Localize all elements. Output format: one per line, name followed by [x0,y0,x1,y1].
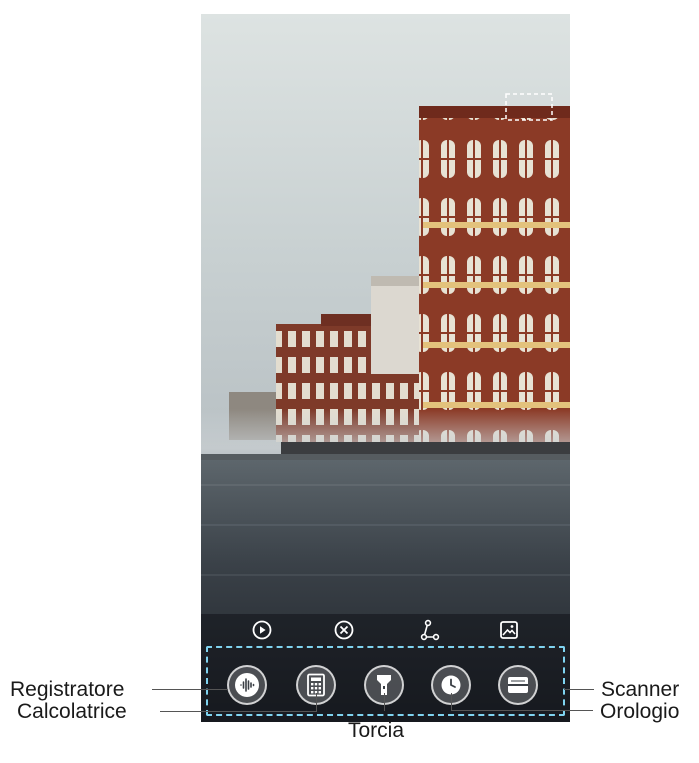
callout-line-scanner [564,689,594,690]
label-registratore: Registratore [10,678,125,701]
recorder-button[interactable] [227,665,267,705]
scanner-button[interactable] [498,665,538,705]
label-orologio: Orologio [600,700,680,723]
recorder-icon [235,673,259,697]
figure: Registratore Calcolatrice Torcia Orologi… [0,0,699,763]
label-calcolatrice: Calcolatrice [17,700,127,723]
callout-line-calcolatrice [160,711,317,712]
label-scanner: Scanner [601,678,680,701]
play-icon[interactable] [250,618,274,642]
callout-line-torcia [384,693,385,711]
callout-line-orologio [451,710,593,711]
scanner-icon [508,677,528,693]
label-torcia: Torcia [348,719,405,742]
lock-screen [201,14,570,722]
close-circle-icon[interactable] [332,618,356,642]
share-icon[interactable] [417,618,441,642]
callout-vline-calcolatrice [316,693,317,711]
callout-vline-orologio [451,693,452,710]
image-icon[interactable] [497,618,521,642]
callout-line-registratore [152,689,228,690]
wallpaper-image [201,14,570,722]
